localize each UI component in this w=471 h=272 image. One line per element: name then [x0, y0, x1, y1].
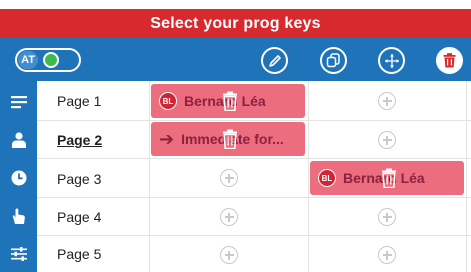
add-key-button[interactable]: [378, 208, 396, 226]
contact-badge: BL: [159, 92, 177, 110]
add-key-button[interactable]: [220, 208, 238, 226]
contact-badge: BL: [318, 169, 336, 187]
add-key-button[interactable]: [378, 246, 396, 264]
arrow-right-icon: ➔: [159, 129, 175, 149]
trash-icon[interactable]: [222, 91, 238, 111]
add-key-button[interactable]: [378, 131, 396, 149]
add-key-button[interactable]: [220, 246, 238, 264]
trash-icon[interactable]: [381, 168, 397, 188]
add-key-button[interactable]: [378, 92, 396, 110]
prog-key-page3-slot2[interactable]: BL Bernard Léa: [310, 161, 464, 195]
prog-key-page2-slot1[interactable]: ➔ Immediate for...: [151, 122, 305, 156]
trash-icon[interactable]: [222, 129, 238, 149]
prog-key-page1-slot1[interactable]: BL Bernard Léa: [151, 84, 305, 118]
add-key-button[interactable]: [220, 169, 238, 187]
